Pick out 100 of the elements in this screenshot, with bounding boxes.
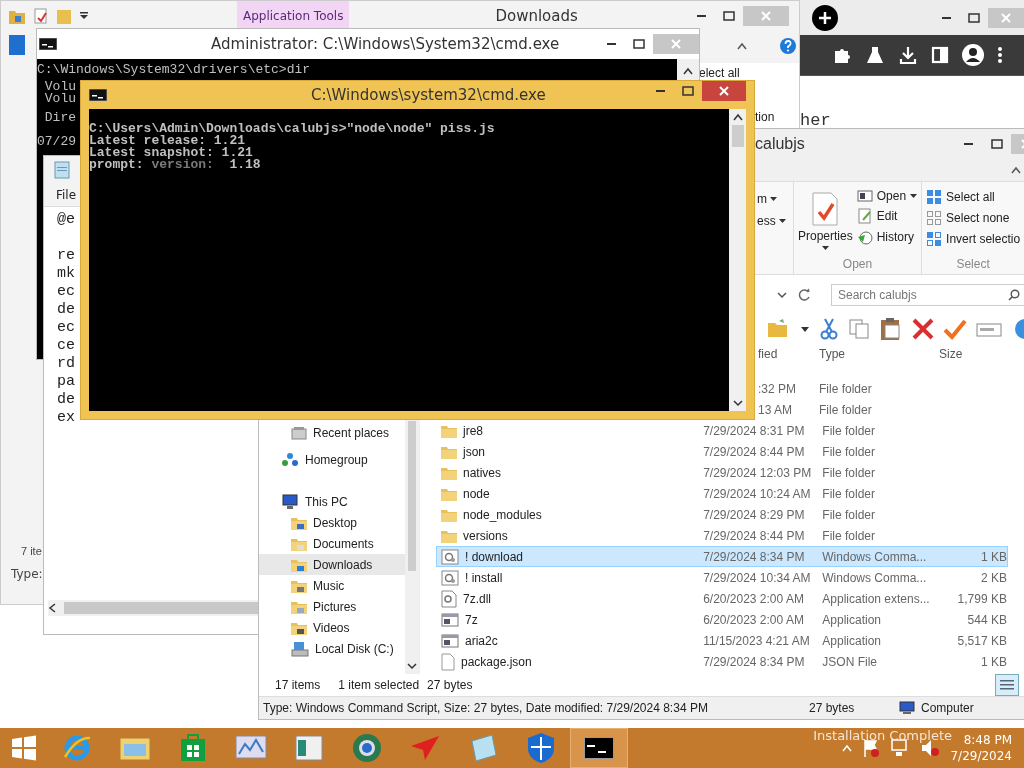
ribbon-command[interactable]: m xyxy=(757,192,777,206)
ribbon-command[interactable]: Select none xyxy=(926,210,1021,226)
console-line: 07/29 xyxy=(37,136,76,148)
table-cell-text: 7/29/2024 8:44 PM xyxy=(703,444,806,459)
group-label: Select xyxy=(955,256,991,273)
file-row[interactable]: versions 7/29/2024 8:44 PM File folder xyxy=(436,525,1008,546)
ribbon-command[interactable]: tion xyxy=(755,109,775,125)
table-cell-text: 7/29/2024 8:34 PM xyxy=(703,654,806,669)
file-row[interactable]: ! install 7/29/2024 10:34 AM Windows Comma... 2 KB xyxy=(436,567,1008,588)
file-row[interactable]: package.json 7/29/2024 8:34 PM JSON File 1 KB xyxy=(436,651,1008,672)
text-line: ex xyxy=(57,409,75,427)
text-line: de xyxy=(57,391,75,409)
table-cell-text: 7/29/2024 12:03 PM xyxy=(703,465,813,480)
text-line: @e xyxy=(57,211,75,229)
menu-item[interactable]: File xyxy=(56,188,77,202)
file-name: versions xyxy=(463,528,508,543)
ribbon-command[interactable]: History xyxy=(856,229,918,245)
status-text: Type: xyxy=(10,567,41,581)
window-title: calubjs xyxy=(755,135,805,153)
console-line: prompt: version: 1.18 xyxy=(89,159,262,171)
table-cell-text: File folder xyxy=(822,486,876,501)
ribbon-command[interactable]: Select all xyxy=(926,189,1021,205)
status-text: 27 bytes xyxy=(809,701,856,715)
table-cell-text: 7/29/2024 10:24 AM xyxy=(703,486,812,501)
console-line: C:\Users\Admin\Downloads\calubjs>"node\node" piss.js xyxy=(89,123,496,135)
nav-item[interactable]: Videos xyxy=(259,617,405,638)
table-cell-text: 7/29/2024 8:29 PM xyxy=(703,507,806,522)
file-name: ! install xyxy=(465,570,503,585)
text-line: re xyxy=(57,247,75,265)
file-row[interactable]: :32 PM File folder xyxy=(757,378,1008,399)
search-field[interactable]: Search calubjs xyxy=(831,284,1024,306)
file-row[interactable]: 13 AM File folder xyxy=(757,399,1008,420)
table-cell-text: File folder xyxy=(822,423,876,438)
text-line: mk xyxy=(57,265,75,283)
table-cell-text: Application xyxy=(822,633,882,648)
file-row[interactable]: 7z.dll 6/20/2023 2:00 AM Application extens... 1,799 KB xyxy=(436,588,1008,609)
table-cell: 1 KB xyxy=(980,654,1007,669)
context-tab[interactable]: Application Tools xyxy=(237,1,350,31)
table-cell-text: File folder xyxy=(822,465,876,480)
file-name: package.json xyxy=(461,654,532,669)
file-name: 7z xyxy=(465,612,478,627)
status-text: 17 items xyxy=(275,678,321,692)
nav-item[interactable]: Pictures xyxy=(259,596,405,617)
page-text: her xyxy=(800,111,831,130)
window-title: C:\Windows\system32\cmd.exe xyxy=(311,86,546,104)
text-line: ec xyxy=(57,283,75,301)
console-line: Volu xyxy=(43,93,76,105)
file-name: 7z.dll xyxy=(463,591,491,606)
file-row[interactable]: node_modules 7/29/2024 8:29 PM File folder xyxy=(436,504,1008,525)
console-line: Volu xyxy=(43,81,76,93)
table-cell-text: File folder xyxy=(822,528,876,543)
table-cell-text: File folder xyxy=(822,444,876,459)
properties-button[interactable]: Properties xyxy=(798,186,853,254)
table-cell-text: Windows Comma... xyxy=(822,570,928,585)
window-title: Downloads xyxy=(495,7,578,25)
nav-item[interactable]: Downloads xyxy=(259,554,405,575)
table-cell-text: Application extens... xyxy=(822,591,931,606)
nav-item[interactable]: Desktop xyxy=(259,512,405,533)
table-cell-text: File folder xyxy=(822,507,876,522)
file-name: natives xyxy=(463,465,502,480)
file-row[interactable]: natives 7/29/2024 12:03 PM File folder xyxy=(436,462,1008,483)
table-cell-text: Windows Comma... xyxy=(822,549,928,564)
text-line: de xyxy=(57,301,75,319)
file-name: node xyxy=(463,486,490,501)
nav-item[interactable]: Recent places xyxy=(259,422,405,443)
ribbon-command[interactable]: elect all xyxy=(699,65,740,81)
file-row[interactable]: ! download 7/29/2024 8:34 PM Windows Comma... 1 KB xyxy=(436,546,1008,567)
table-cell: 1 KB xyxy=(980,549,1007,564)
table-cell-text: 6/20/2023 2:00 AM xyxy=(703,591,805,606)
table-cell-text: 7/29/2024 10:34 AM xyxy=(703,570,812,585)
nav-item[interactable]: This PC xyxy=(259,491,405,512)
console-line: Dire xyxy=(43,112,76,124)
text-line: ce xyxy=(57,337,75,355)
file-name: aria2c xyxy=(465,633,498,648)
nav-item[interactable]: Music xyxy=(259,575,405,596)
table-cell-text: 13 AM xyxy=(758,402,794,417)
table-cell-text: Application xyxy=(822,612,882,627)
text-line: rd xyxy=(57,355,75,373)
status-text: 7 ite xyxy=(20,545,41,557)
file-row[interactable]: json 7/29/2024 8:44 PM File folder xyxy=(436,441,1008,462)
file-name: node_modules xyxy=(463,507,542,522)
nav-item[interactable]: Local Disk (C:) xyxy=(259,638,405,659)
nav-item[interactable]: Documents xyxy=(259,533,405,554)
file-row[interactable]: aria2c 11/15/2023 4:21 AM Application 5,517 KB xyxy=(436,630,1008,651)
console-line: Latest release: 1.21 xyxy=(89,135,246,147)
console-line: C:\Windows\System32\drivers\etc>dir xyxy=(37,64,311,76)
file-row[interactable]: jre8 7/29/2024 8:31 PM File folder xyxy=(436,420,1008,441)
ribbon-command[interactable]: Open xyxy=(856,189,918,203)
column-header[interactable]: Size xyxy=(939,347,999,361)
table-cell-text: 11/15/2023 4:21 AM xyxy=(703,633,811,648)
ribbon-command[interactable]: ess xyxy=(757,214,786,228)
ribbon-command[interactable]: Edit xyxy=(856,208,918,224)
file-row[interactable]: 7z 6/20/2023 2:00 AM Application 544 KB xyxy=(436,609,1008,630)
file-row[interactable]: node 7/29/2024 10:24 AM File folder xyxy=(436,483,1008,504)
column-header[interactable]: fied xyxy=(758,347,819,361)
column-header[interactable]: Type xyxy=(819,347,939,361)
ribbon-command[interactable]: Invert selectio xyxy=(926,231,1021,247)
notification-label: Installation Complete xyxy=(813,728,952,743)
table-cell-text: 7/29/2024 8:44 PM xyxy=(703,528,806,543)
nav-item[interactable]: Homegroup xyxy=(259,449,405,470)
